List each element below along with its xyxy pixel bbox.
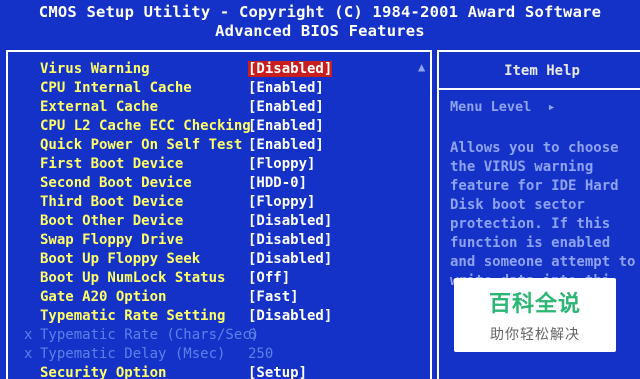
setting-label: Swap Floppy Drive: [40, 232, 184, 248]
setting-label: First Boot Device: [40, 156, 184, 172]
setting-value[interactable]: [Enabled]: [248, 98, 324, 117]
setting-label: Virus Warning: [40, 61, 150, 77]
setting-label: Typematic Rate Setting: [40, 308, 226, 324]
setting-label: CPU Internal Cache: [40, 80, 192, 96]
selected-value[interactable]: [Disabled]: [248, 61, 333, 77]
setting-label: Boot Up NumLock Status: [40, 270, 226, 286]
page-title: Advanced BIOS Features: [215, 22, 425, 40]
menu-level-indicator: Menu Level ▸: [450, 99, 556, 115]
setting-boot-up-floppy-seek[interactable]: Boot Up Floppy Seek [Disabled]: [40, 250, 340, 269]
help-line: and someone attempt to: [450, 254, 636, 270]
help-line: Disk boot sector: [450, 197, 585, 213]
setting-first-boot-device[interactable]: First Boot Device [Floppy]: [40, 155, 340, 174]
setting-cpu-internal-cache[interactable]: CPU Internal Cache [Enabled]: [40, 79, 340, 98]
setting-third-boot-device[interactable]: Third Boot Device [Floppy]: [40, 193, 340, 212]
setting-value[interactable]: [Enabled]: [248, 79, 324, 98]
setting-value[interactable]: [Disabled]: [248, 231, 332, 250]
setting-label: Typematic Rate (Chars/Sec): [40, 327, 260, 343]
setting-typematic-rate-setting[interactable]: Typematic Rate Setting [Disabled]: [40, 307, 340, 326]
help-line: Allows you to choose: [450, 140, 619, 156]
help-line: protection. If this: [450, 216, 611, 232]
header-title: CMOS Setup Utility - Copyright (C) 1984-…: [38, 3, 602, 21]
setting-value[interactable]: [Disabled]: [248, 60, 333, 79]
setting-boot-other-device[interactable]: Boot Other Device [Disabled]: [40, 212, 340, 231]
help-line: the VIRUS warning: [450, 159, 594, 175]
setting-value[interactable]: [Fast]: [248, 288, 299, 307]
setting-gate-a20[interactable]: Gate A20 Option [Fast]: [40, 288, 340, 307]
setting-virus-warning[interactable]: Virus Warning [Disabled]: [40, 60, 340, 79]
watermark-title: 百科全说: [488, 292, 581, 317]
setting-value[interactable]: [Disabled]: [248, 250, 332, 269]
setting-label: Second Boot Device: [40, 175, 192, 191]
setting-swap-floppy-drive[interactable]: Swap Floppy Drive [Disabled]: [40, 231, 340, 250]
setting-value[interactable]: [Floppy]: [248, 193, 315, 212]
setting-value[interactable]: [Setup]: [248, 364, 307, 379]
watermark-subtitle: 助你轻松解决: [490, 327, 580, 343]
setting-value[interactable]: [Disabled]: [248, 307, 332, 326]
bios-screen: CMOS Setup Utility - Copyright (C) 1984-…: [0, 0, 640, 379]
scroll-up-icon[interactable]: ▲: [418, 60, 425, 74]
setting-label: Quick Power On Self Test: [40, 137, 243, 153]
setting-label: Typematic Delay (Msec): [40, 346, 226, 362]
setting-value[interactable]: [Enabled]: [248, 117, 324, 136]
setting-external-cache[interactable]: External Cache [Enabled]: [40, 98, 340, 117]
setting-typematic-delay: x Typematic Delay (Msec) 250: [24, 345, 340, 364]
setting-second-boot-device[interactable]: Second Boot Device [HDD-0]: [40, 174, 340, 193]
disabled-mark-icon: x: [24, 346, 33, 362]
setting-quick-post[interactable]: Quick Power On Self Test [Enabled]: [40, 136, 340, 155]
setting-label: External Cache: [40, 99, 159, 115]
setting-label: CPU L2 Cache ECC Checking: [40, 118, 251, 134]
watermark-logo: 百科全说 助你轻松解决: [454, 278, 616, 352]
setting-value[interactable]: [Disabled]: [248, 212, 332, 231]
setting-value[interactable]: [Floppy]: [248, 155, 315, 174]
setting-label: Gate A20 Option: [40, 289, 167, 305]
setting-value: 250: [248, 346, 274, 362]
setting-value[interactable]: [Off]: [248, 269, 290, 288]
setting-value: 6: [248, 327, 257, 343]
setting-cpu-l2-ecc[interactable]: CPU L2 Cache ECC Checking [Enabled]: [40, 117, 340, 136]
item-help-text: Allows you to choose the VIRUS warning f…: [450, 139, 640, 291]
setting-numlock-status[interactable]: Boot Up NumLock Status [Off]: [40, 269, 340, 288]
setting-label: Boot Up Floppy Seek: [40, 251, 201, 267]
help-line: feature for IDE Hard: [450, 178, 619, 194]
item-help-title: Item Help: [439, 52, 640, 90]
setting-value[interactable]: [HDD-0]: [248, 174, 307, 193]
setting-value[interactable]: [Enabled]: [248, 136, 324, 155]
setting-label: Third Boot Device: [40, 194, 184, 210]
setting-typematic-rate: x Typematic Rate (Chars/Sec) 6: [24, 326, 340, 345]
disabled-mark-icon: x: [24, 327, 33, 343]
setting-label: Security Option: [40, 365, 167, 379]
setting-security-option[interactable]: Security Option [Setup]: [40, 364, 340, 379]
help-line: function is enabled: [450, 235, 611, 251]
setting-label: Boot Other Device: [40, 213, 184, 229]
